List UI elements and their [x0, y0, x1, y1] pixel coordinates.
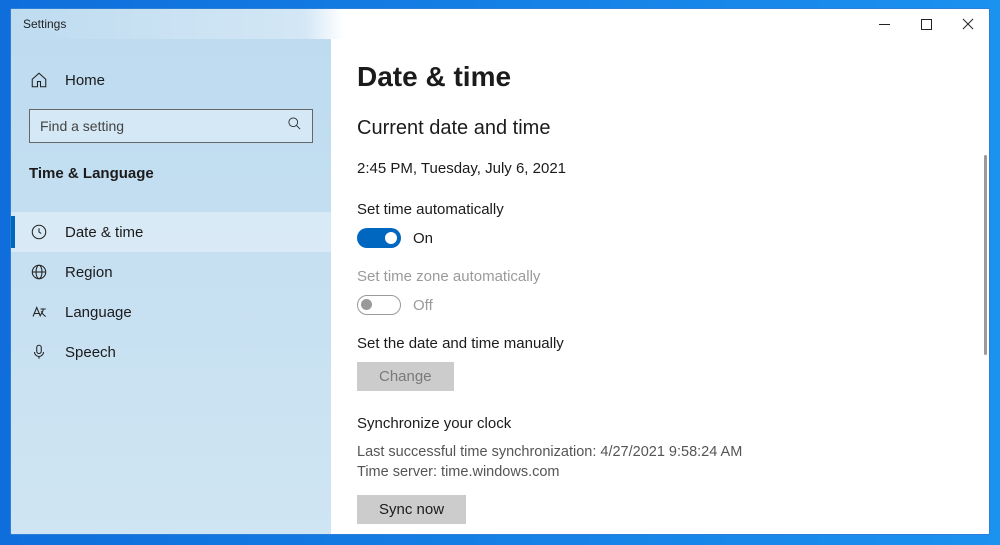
section-current-date-time: Current date and time — [357, 117, 953, 140]
sidebar-item-label: Region — [65, 264, 113, 281]
set-timezone-auto-toggle[interactable] — [357, 295, 401, 315]
sidebar-item-label: Date & time — [65, 224, 143, 241]
minimize-icon — [879, 19, 890, 30]
sidebar-item-region[interactable]: Region — [11, 252, 331, 292]
last-sync-text: Last successful time synchronization: 4/… — [357, 442, 953, 462]
set-timezone-auto-label: Set time zone automatically — [357, 268, 953, 285]
search-icon — [287, 116, 302, 136]
sidebar: Home Time & Language Date & time — [11, 39, 331, 534]
change-button[interactable]: Change — [357, 362, 454, 391]
set-time-auto-toggle[interactable] — [357, 228, 401, 248]
window-controls — [863, 9, 989, 39]
search-input[interactable] — [40, 118, 279, 134]
sidebar-item-date-time[interactable]: Date & time — [11, 212, 331, 252]
set-time-auto-state: On — [413, 230, 433, 247]
current-date-time-value: 2:45 PM, Tuesday, July 6, 2021 — [357, 160, 953, 177]
scrollbar-thumb[interactable] — [984, 155, 987, 355]
close-icon — [962, 18, 974, 30]
globe-icon — [29, 263, 49, 281]
home-icon — [29, 71, 49, 89]
sidebar-item-label: Language — [65, 304, 132, 321]
titlebar: Settings — [11, 9, 989, 39]
settings-window: Settings Home — [10, 8, 990, 535]
home-label: Home — [65, 72, 105, 89]
minimize-button[interactable] — [863, 9, 905, 39]
sidebar-item-label: Speech — [65, 344, 116, 361]
sync-now-button[interactable]: Sync now — [357, 495, 466, 524]
clock-icon — [29, 223, 49, 241]
sidebar-item-speech[interactable]: Speech — [11, 332, 331, 372]
search-box[interactable] — [29, 109, 313, 143]
set-timezone-auto-state: Off — [413, 297, 433, 314]
home-link[interactable]: Home — [11, 67, 331, 109]
close-button[interactable] — [947, 9, 989, 39]
set-time-auto-label: Set time automatically — [357, 201, 953, 218]
main-content: Date & time Current date and time 2:45 P… — [331, 39, 989, 534]
sync-clock-title: Synchronize your clock — [357, 415, 953, 432]
language-icon — [29, 303, 49, 321]
window-title: Settings — [23, 17, 66, 31]
microphone-icon — [29, 343, 49, 361]
maximize-button[interactable] — [905, 9, 947, 39]
sidebar-item-language[interactable]: Language — [11, 292, 331, 332]
sidebar-category: Time & Language — [11, 165, 331, 196]
maximize-icon — [921, 19, 932, 30]
time-server-text: Time server: time.windows.com — [357, 462, 953, 482]
set-manual-label: Set the date and time manually — [357, 335, 953, 352]
page-title: Date & time — [357, 61, 953, 93]
